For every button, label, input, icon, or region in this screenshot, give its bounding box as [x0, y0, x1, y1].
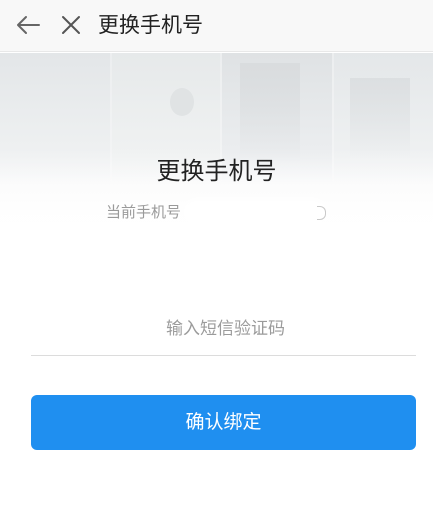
arrow-left-icon	[17, 16, 40, 34]
close-button[interactable]	[56, 10, 86, 40]
phone-number-redaction	[187, 203, 327, 221]
current-phone-label: 当前手机号	[106, 203, 182, 221]
page-title: 更换手机号	[156, 157, 277, 185]
top-bar: 更换手机号	[0, 0, 433, 52]
verification-code-field	[31, 308, 420, 356]
confirm-bind-button[interactable]: 确认绑定	[31, 395, 416, 450]
current-phone-row: 当前手机号	[106, 199, 366, 225]
close-icon	[62, 16, 80, 34]
topbar-title: 更换手机号	[98, 13, 203, 37]
verification-code-input[interactable]	[31, 308, 420, 350]
back-button[interactable]	[13, 10, 43, 40]
